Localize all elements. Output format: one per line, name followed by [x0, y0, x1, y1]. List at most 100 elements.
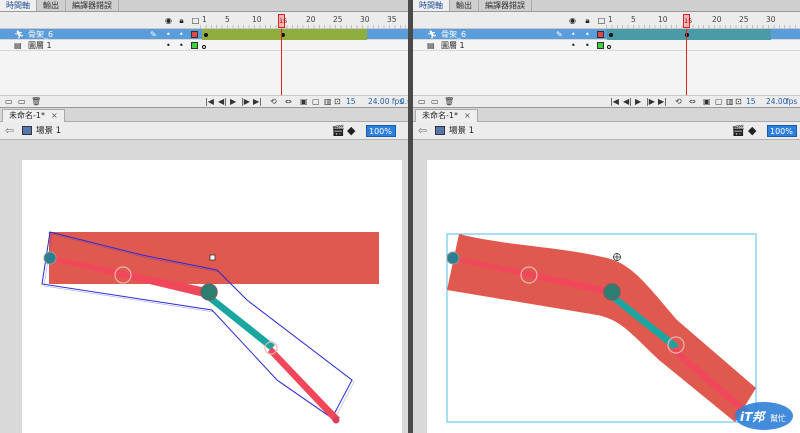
zoom-input[interactable]: 100% — [366, 125, 396, 137]
layer-row-armature[interactable]: 🏃︎ 骨架_6 ✎ • • — [413, 29, 800, 40]
center-frame-icon[interactable]: ⇔ — [689, 98, 696, 106]
tab-output[interactable]: 輸出 — [37, 0, 66, 11]
document-tab[interactable]: 未命名-1* × — [2, 109, 65, 122]
joint-tip[interactable] — [332, 416, 340, 424]
loop-icon[interactable]: ⟲ — [675, 98, 682, 106]
scene-label[interactable]: 場景 1 — [449, 125, 474, 137]
new-layer-icon[interactable]: ▭ — [5, 98, 13, 106]
joint-2[interactable] — [603, 283, 621, 301]
frame-rate[interactable]: 24.00 — [766, 97, 787, 107]
tab-timeline[interactable]: 時間軸 — [413, 0, 450, 11]
delete-icon[interactable]: 🗑︎ — [444, 98, 454, 106]
new-layer-icon[interactable]: ▭ — [418, 98, 426, 106]
layer-name[interactable]: 圖層 1 — [28, 40, 52, 51]
onion-outline-icon[interactable]: ▢ — [312, 98, 320, 106]
deformed-shape[interactable] — [447, 234, 756, 422]
tab-output[interactable]: 輸出 — [450, 0, 479, 11]
new-folder-icon[interactable]: ▭ — [18, 98, 26, 106]
markers-icon[interactable]: ⊡ — [735, 98, 742, 106]
step-back-icon[interactable]: ◀| — [218, 98, 227, 106]
frame-ruler[interactable]: 1 5 10 20 25 30 — [606, 12, 800, 29]
frame-ruler[interactable]: 1 5 10 20 25 30 35 — [200, 12, 408, 29]
edit-scene-icon[interactable]: 🎬︎ — [331, 124, 345, 138]
frame-rate[interactable]: 24.00 fps — [368, 97, 403, 107]
layer-name[interactable]: 骨架_6 — [28, 29, 53, 40]
step-forward-icon[interactable]: |▶ — [241, 98, 250, 106]
layer-color-swatch[interactable] — [597, 31, 604, 38]
transform-point-icon[interactable] — [613, 253, 621, 261]
new-folder-icon[interactable]: ▭ — [431, 98, 439, 106]
tab-compiler-errors[interactable]: 編譯器錯誤 — [479, 0, 532, 11]
layer-name[interactable]: 圖層 1 — [441, 40, 465, 51]
scene-label[interactable]: 場景 1 — [36, 125, 61, 137]
document-tab[interactable]: 未命名-1* × — [415, 109, 478, 122]
layer-color-swatch[interactable] — [191, 31, 198, 38]
stage-canvas[interactable] — [427, 160, 800, 433]
eye-icon[interactable]: ◉ — [568, 16, 577, 25]
markers-icon[interactable]: ⊡ — [334, 98, 341, 106]
stage-canvas[interactable] — [22, 160, 402, 433]
layer-row-layer1[interactable]: ▤ 圖層 1 • • — [0, 40, 408, 51]
back-arrow-icon[interactable]: ⇦ — [418, 124, 427, 138]
outline-icon[interactable]: □ — [597, 16, 606, 25]
zoom-input[interactable]: 100% — [767, 125, 797, 137]
edit-scene-icon[interactable]: 🎬︎ — [731, 124, 745, 138]
keyframe[interactable] — [204, 33, 208, 37]
playhead-frame-label[interactable]: 15 — [683, 14, 692, 28]
outline-icon[interactable]: □ — [191, 16, 200, 25]
layer-row-layer1[interactable]: ▤ 圖層 1 • • — [413, 40, 800, 51]
back-arrow-icon[interactable]: ⇦ — [5, 124, 14, 138]
last-frame-icon[interactable]: ▶| — [253, 98, 262, 106]
bone-2[interactable] — [205, 292, 275, 350]
layer-row-armature[interactable]: 🏃︎ 骨架_6 ✎ • • — [0, 29, 408, 40]
lock-dot[interactable]: • — [585, 29, 590, 40]
lock-icon[interactable]: 🔒︎ — [583, 16, 592, 25]
onion-skin-icon[interactable]: ▣ — [703, 98, 711, 106]
tab-compiler-errors[interactable]: 編譯器錯誤 — [66, 0, 119, 11]
lock-dot[interactable]: • — [179, 40, 184, 51]
step-forward-icon[interactable]: |▶ — [646, 98, 655, 106]
timeline-panel: ◉ 🔒︎ □ 1 5 10 20 25 30 15 🏃︎ 骨架_6 ✎ • • — [413, 12, 800, 108]
first-frame-icon[interactable]: |◀ — [205, 98, 214, 106]
playhead-frame-label[interactable]: 15 — [278, 14, 287, 28]
center-frame-icon[interactable]: ⇔ — [285, 98, 292, 106]
lock-icon[interactable]: 🔒︎ — [177, 16, 186, 25]
close-icon[interactable]: × — [464, 111, 471, 120]
visibility-dot[interactable]: • — [166, 40, 171, 51]
visibility-dot[interactable]: • — [571, 29, 576, 40]
joint-2[interactable] — [200, 283, 218, 301]
eye-icon[interactable]: ◉ — [164, 16, 173, 25]
onion-skin-icon[interactable]: ▣ — [300, 98, 308, 106]
last-frame-icon[interactable]: ▶| — [658, 98, 667, 106]
joint-root[interactable] — [446, 251, 460, 265]
edit-symbol-icon[interactable]: ◆ — [748, 124, 756, 138]
layer-name[interactable]: 骨架_6 — [441, 29, 466, 40]
pose-span[interactable] — [607, 29, 771, 40]
step-back-icon[interactable]: ◀| — [623, 98, 632, 106]
loop-icon[interactable]: ⟲ — [270, 98, 277, 106]
onion-outline-icon[interactable]: ▢ — [715, 98, 723, 106]
close-icon[interactable]: × — [51, 111, 58, 120]
visibility-dot[interactable]: • — [166, 29, 171, 40]
current-frame[interactable]: 15 — [346, 97, 356, 107]
bone-3[interactable] — [268, 347, 340, 422]
play-icon[interactable]: ▶ — [230, 98, 236, 106]
lock-dot[interactable]: • — [585, 40, 590, 51]
play-icon[interactable]: ▶ — [635, 98, 641, 106]
edit-symbol-icon[interactable]: ◆ — [347, 124, 355, 138]
joint-root[interactable] — [43, 251, 57, 265]
current-frame[interactable]: 15 — [746, 97, 756, 107]
keyframe[interactable] — [609, 33, 613, 37]
edit-multiple-icon[interactable]: ▥ — [726, 98, 734, 106]
delete-icon[interactable]: 🗑︎ — [31, 98, 41, 106]
empty-keyframe[interactable] — [202, 45, 206, 49]
svg-text:幫忙: 幫忙 — [770, 413, 786, 423]
visibility-dot[interactable]: • — [571, 40, 576, 51]
empty-keyframe[interactable] — [607, 45, 611, 49]
tab-timeline[interactable]: 時間軸 — [0, 0, 37, 11]
first-frame-icon[interactable]: |◀ — [610, 98, 619, 106]
lock-dot[interactable]: • — [179, 29, 184, 40]
layer-color-swatch[interactable] — [191, 42, 198, 49]
edit-multiple-icon[interactable]: ▥ — [324, 98, 332, 106]
layer-color-swatch[interactable] — [597, 42, 604, 49]
